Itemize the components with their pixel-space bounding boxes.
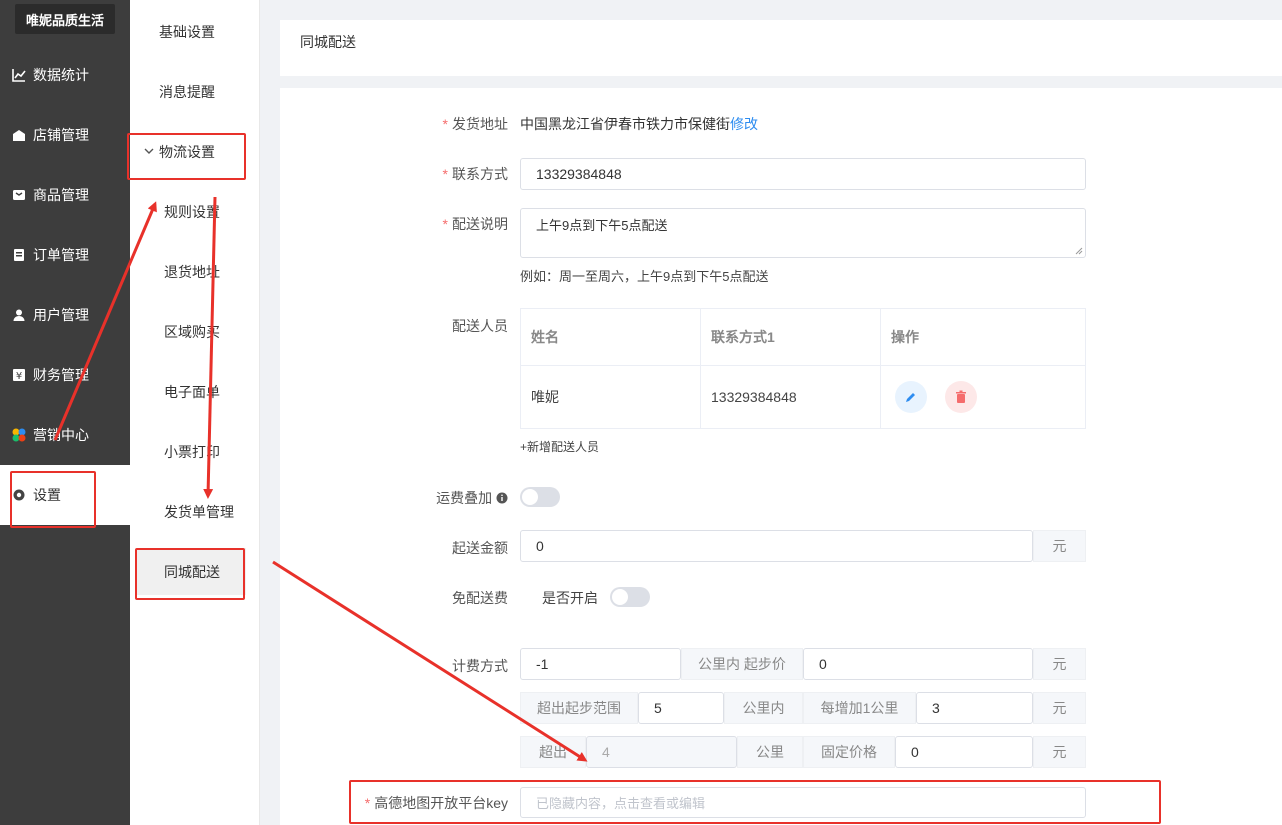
sidebar-item-label: 用户管理 (33, 307, 89, 323)
order-icon (11, 247, 27, 263)
table-row: 唯妮 13329384848 (520, 365, 1086, 429)
staff-phone: 13329384848 (700, 365, 881, 429)
address-edit-link[interactable]: 修改 (730, 116, 758, 132)
per-km-unit: 元 (1033, 692, 1086, 724)
per-km-label: 每增加1公里 (803, 692, 916, 724)
submenu-item-notify[interactable]: 消息提醒 (130, 62, 260, 122)
col-header-actions: 操作 (880, 308, 1086, 366)
sidebar-item-marketing[interactable]: 营销中心 (0, 405, 130, 465)
contact-label: * 联系方式 (442, 166, 508, 182)
address-label: * 发货地址 (442, 116, 508, 132)
annotation-box-settings (10, 471, 96, 528)
product-icon (11, 187, 27, 203)
svg-text:¥: ¥ (16, 371, 22, 382)
desc-hint: 例如：周一至周六，上午9点到下午5点配送 (520, 269, 769, 284)
staff-actions (880, 365, 1086, 429)
table-header-row: 姓名 联系方式1 操作 (520, 308, 1086, 366)
marketing-icon (11, 427, 27, 443)
submenu-item-return-address[interactable]: 退货地址 (130, 242, 260, 302)
exceed-range-input[interactable]: 5 (638, 692, 724, 724)
start-price-unit: 元 (1033, 648, 1086, 680)
desc-text: 上午9点到下午5点配送 (536, 218, 668, 233)
fixed-price-input[interactable]: 0 (895, 736, 1033, 768)
desc-label: * 配送说明 (442, 216, 508, 232)
submenu-item-e-waybill[interactable]: 电子面单 (130, 362, 260, 422)
sidebar-item-finance[interactable]: ¥ 财务管理 (0, 345, 130, 405)
edit-button[interactable] (895, 381, 927, 413)
sidebar-item-product[interactable]: 商品管理 (0, 165, 130, 225)
sidebar-item-label: 订单管理 (33, 247, 89, 263)
sidebar-item-label: 营销中心 (33, 427, 89, 443)
sidebar-item-user[interactable]: 用户管理 (0, 285, 130, 345)
free-switch-label: 是否开启 (542, 590, 598, 606)
submenu-item-region-purchase[interactable]: 区域购买 (130, 302, 260, 362)
exceed-label: 超出 (520, 736, 586, 768)
submenu-item-receipt-print[interactable]: 小票打印 (130, 422, 260, 482)
min-amount-unit: 元 (1033, 530, 1086, 562)
billing-km-input[interactable]: -1 (520, 648, 681, 680)
billing-label: 计费方式 (452, 658, 508, 674)
sidebar-item-order[interactable]: 订单管理 (0, 225, 130, 285)
min-amount-input[interactable]: 0 (520, 530, 1033, 562)
fixed-price-unit: 元 (1033, 736, 1086, 768)
trash-icon (955, 390, 966, 403)
sidebar: 唯妮品质生活 数据统计 店铺管理 商品管理 订单管理 用户管理 ¥ 财务管理 营… (0, 0, 130, 825)
pencil-icon (906, 393, 915, 402)
free-delivery-label: 免配送费 (452, 590, 508, 606)
store-icon (11, 127, 27, 143)
submenu-item-basic[interactable]: 基础设置 (130, 2, 260, 62)
min-amount-label: 起送金额 (452, 540, 508, 556)
fixed-price-label: 固定价格 (803, 736, 895, 768)
settings-submenu: 基础设置 消息提醒 物流设置 规则设置 退货地址 区域购买 电子面单 小票打印 … (130, 0, 260, 825)
contact-input[interactable]: 13329384848 (520, 158, 1086, 190)
sidebar-item-label: 财务管理 (33, 367, 89, 383)
exceed-km-input[interactable]: 4 (586, 736, 737, 768)
exceed-range-label: 超出起步范围 (520, 692, 638, 724)
annotation-box-amap-key (349, 780, 1161, 824)
delete-button[interactable] (944, 381, 977, 413)
staff-label: 配送人员 (452, 318, 508, 334)
sidebar-item-label: 数据统计 (33, 67, 89, 83)
free-delivery-switch[interactable] (610, 587, 650, 607)
fee-stack-label: 运费叠加 (308, 488, 508, 508)
finance-icon: ¥ (11, 367, 27, 383)
fee-stack-switch[interactable] (520, 487, 560, 507)
submenu-item-rules[interactable]: 规则设置 (130, 182, 260, 242)
per-km-input[interactable]: 3 (916, 692, 1033, 724)
app-logo: 唯妮品质生活 (15, 4, 115, 34)
col-header-name: 姓名 (520, 308, 701, 366)
km-label: 公里 (737, 736, 803, 768)
km-inside-label: 公里内 (724, 692, 803, 724)
sidebar-item-label: 商品管理 (33, 187, 89, 203)
annotation-box-local-delivery (135, 548, 245, 600)
annotation-box-logistics (127, 133, 246, 180)
billing-km-suffix: 公里内 起步价 (681, 648, 803, 680)
sidebar-item-stats[interactable]: 数据统计 (0, 45, 130, 105)
user-icon (11, 307, 27, 323)
page-title: 同城配送 (280, 20, 1282, 88)
address-value: 中国黑龙江省伊春市铁力市保健街修改 (520, 116, 758, 132)
staff-name: 唯妮 (520, 365, 701, 429)
submenu-item-invoice[interactable]: 发货单管理 (130, 482, 260, 542)
sidebar-item-store[interactable]: 店铺管理 (0, 105, 130, 165)
sidebar-item-label: 店铺管理 (33, 127, 89, 143)
resize-handle-icon[interactable] (1075, 247, 1083, 255)
add-staff-link[interactable]: +新增配送人员 (520, 438, 599, 455)
start-price-input[interactable]: 0 (803, 648, 1033, 680)
desc-textarea[interactable]: 上午9点到下午5点配送 (520, 208, 1086, 258)
col-header-phone: 联系方式1 (700, 308, 881, 366)
staff-table: 姓名 联系方式1 操作 唯妮 13329384848 (520, 308, 1086, 429)
chart-line-icon (11, 67, 27, 83)
info-icon[interactable] (496, 492, 508, 504)
